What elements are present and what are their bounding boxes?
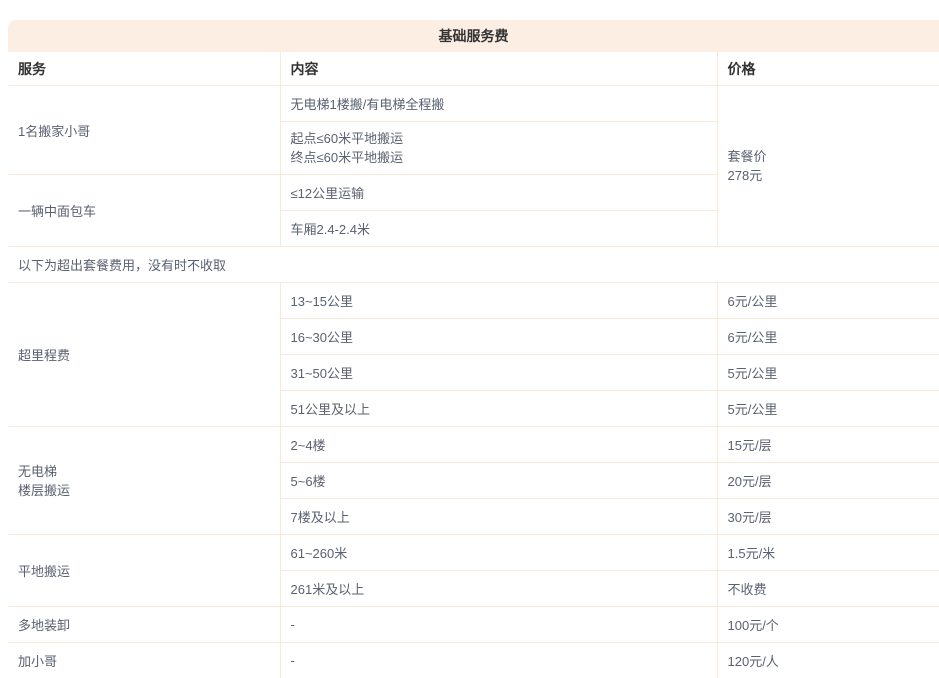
table-row: 多地装卸 - 100元/个: [8, 607, 939, 643]
table-row: 加小哥 - 120元/人: [8, 643, 939, 678]
price-cell: 5元/公里: [717, 355, 939, 391]
package-price-cell: 套餐价 278元: [717, 86, 939, 247]
table-row: 无电梯 楼层搬运 2~4楼 15元/层: [8, 427, 939, 463]
content-cell: 车厢2.4-2.4米: [280, 211, 717, 247]
content-cell: 61~260米: [280, 535, 717, 571]
table-row: 1名搬家小哥 无电梯1楼搬/有电梯全程搬 套餐价 278元: [8, 86, 939, 122]
price-cell: 不收费: [717, 571, 939, 607]
table-row: 平地搬运 61~260米 1.5元/米: [8, 535, 939, 571]
content-cell: -: [280, 607, 717, 643]
service-cell-mileage: 超里程费: [8, 283, 280, 427]
table-row: 超里程费 13~15公里 6元/公里: [8, 283, 939, 319]
service-cell-stairs: 无电梯 楼层搬运: [8, 427, 280, 535]
price-cell: 20元/层: [717, 463, 939, 499]
content-cell: 16~30公里: [280, 319, 717, 355]
price-cell: 1.5元/米: [717, 535, 939, 571]
service-cell-mover: 1名搬家小哥: [8, 86, 280, 175]
content-line-start: 起点≤60米平地搬运: [291, 129, 709, 148]
price-cell: 6元/公里: [717, 319, 939, 355]
content-line-end: 终点≤60米平地搬运: [291, 148, 709, 167]
content-cell: 起点≤60米平地搬运 终点≤60米平地搬运: [280, 122, 717, 175]
excess-fee-note: 以下为超出套餐费用，没有时不收取: [8, 247, 939, 283]
price-cell: 15元/层: [717, 427, 939, 463]
price-cell: 100元/个: [717, 607, 939, 643]
base-service-fee-card: 基础服务费 服务 内容 价格 1名搬家小哥 无电梯1楼搬/有电梯全程搬 套餐价 …: [8, 20, 939, 678]
content-cell: 261米及以上: [280, 571, 717, 607]
col-header-content: 内容: [280, 52, 717, 86]
content-cell: 5~6楼: [280, 463, 717, 499]
service-cell-van: 一辆中面包车: [8, 175, 280, 247]
pricing-table: 服务 内容 价格 1名搬家小哥 无电梯1楼搬/有电梯全程搬 套餐价 278元 起…: [8, 52, 939, 678]
package-price-label: 套餐价: [728, 147, 932, 166]
content-cell: ≤12公里运输: [280, 175, 717, 211]
note-row: 以下为超出套餐费用，没有时不收取: [8, 247, 939, 283]
content-cell: 51公里及以上: [280, 391, 717, 427]
content-cell: 7楼及以上: [280, 499, 717, 535]
content-cell: 13~15公里: [280, 283, 717, 319]
content-cell: -: [280, 643, 717, 678]
service-cell-multiload: 多地装卸: [8, 607, 280, 643]
col-header-service: 服务: [8, 52, 280, 86]
content-cell: 31~50公里: [280, 355, 717, 391]
price-cell: 5元/公里: [717, 391, 939, 427]
header-row: 服务 内容 价格: [8, 52, 939, 86]
table-title: 基础服务费: [8, 20, 939, 52]
price-cell: 30元/层: [717, 499, 939, 535]
package-price-value: 278元: [728, 166, 932, 185]
content-cell: 2~4楼: [280, 427, 717, 463]
service-line: 无电梯: [18, 462, 272, 481]
col-header-price: 价格: [717, 52, 939, 86]
price-cell: 6元/公里: [717, 283, 939, 319]
service-cell-extraworker: 加小哥: [8, 643, 280, 678]
service-cell-flat: 平地搬运: [8, 535, 280, 607]
content-cell: 无电梯1楼搬/有电梯全程搬: [280, 86, 717, 122]
price-cell: 120元/人: [717, 643, 939, 678]
service-line: 楼层搬运: [18, 481, 272, 500]
